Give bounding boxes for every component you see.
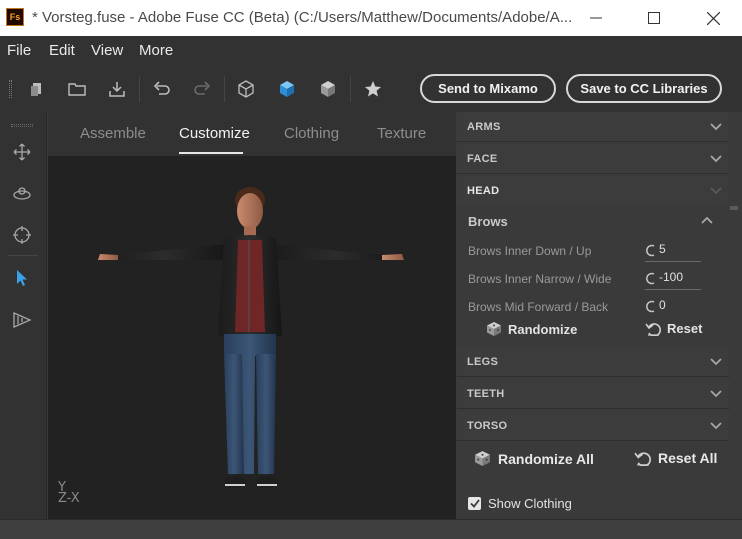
move-icon[interactable] — [11, 141, 33, 163]
chevron-down-icon — [710, 123, 722, 131]
toolbar: Send to Mixamo Save to CC Libraries — [0, 66, 742, 112]
show-clothing-label[interactable]: Show Clothing — [488, 496, 572, 511]
checkmark-icon — [469, 499, 480, 508]
menu-more[interactable]: More — [139, 42, 173, 59]
dice-icon — [487, 322, 501, 336]
maximize-icon — [648, 12, 660, 24]
new-file-icon[interactable] — [26, 78, 48, 100]
send-to-mixamo-button[interactable]: Send to Mixamo — [420, 74, 556, 103]
close-button[interactable] — [690, 0, 736, 36]
axis-gizmo: Y Z-X — [58, 481, 80, 506]
minimize-button[interactable] — [573, 0, 619, 36]
menu-bar: File Edit View More — [0, 36, 742, 66]
mode-tabs: Assemble Customize Clothing Texture — [48, 112, 456, 156]
chevron-down-icon — [710, 187, 722, 195]
section-arms[interactable]: ARMS — [457, 112, 729, 142]
orbit-icon[interactable] — [11, 183, 33, 205]
character-model[interactable] — [48, 156, 456, 519]
menu-view[interactable]: View — [91, 42, 123, 59]
tab-texture[interactable]: Texture — [377, 125, 426, 142]
rail-separator — [8, 255, 38, 256]
solid-cube-icon[interactable] — [317, 78, 339, 100]
section-head[interactable]: HEAD — [457, 176, 729, 206]
status-bar — [0, 519, 742, 539]
customize-panel: ARMS FACE HEAD Brows Brows Inner Down / … — [457, 112, 742, 519]
redo-icon[interactable] — [192, 78, 214, 100]
toolbar-separator — [350, 76, 351, 102]
randomize-button[interactable]: Randomize — [486, 321, 577, 337]
app-logo: Fs — [6, 8, 24, 26]
reset-all-button[interactable]: Reset All — [634, 450, 717, 466]
active-tab-indicator — [179, 152, 243, 154]
maximize-button[interactable] — [631, 0, 677, 36]
chevron-up-icon[interactable] — [701, 215, 713, 225]
open-folder-icon[interactable] — [66, 78, 88, 100]
chevron-down-icon — [710, 155, 722, 163]
section-torso[interactable]: TORSO — [457, 411, 729, 441]
reset-icon — [634, 451, 651, 466]
reset-icon — [645, 322, 661, 336]
reset-value-icon — [646, 272, 655, 285]
rail-grip[interactable] — [11, 124, 33, 127]
pointer-icon[interactable] — [11, 267, 33, 289]
title-bar: Fs * Vorsteg.fuse - Adobe Fuse CC (Beta)… — [0, 0, 742, 36]
brows-inner-down-up-field[interactable]: 5 — [645, 240, 701, 262]
tab-clothing[interactable]: Clothing — [284, 125, 339, 142]
toolbar-separator — [139, 76, 140, 102]
reset-value-icon — [646, 300, 655, 313]
reset-value-icon — [646, 244, 655, 257]
brows-mid-forward-back-field[interactable]: 0 — [645, 296, 701, 318]
section-face[interactable]: FACE — [457, 144, 729, 174]
chevron-down-icon — [710, 358, 722, 366]
chevron-down-icon — [710, 422, 722, 430]
wireframe-cube-icon[interactable] — [235, 78, 257, 100]
dimension-icon[interactable] — [11, 309, 33, 331]
left-tool-rail — [0, 112, 47, 519]
dice-icon — [475, 451, 490, 466]
chevron-down-icon — [710, 390, 722, 398]
star-icon[interactable] — [362, 78, 384, 100]
import-icon[interactable] — [106, 78, 128, 100]
minimize-icon — [590, 17, 602, 19]
toolbar-grip[interactable] — [9, 80, 12, 98]
section-teeth[interactable]: TEETH — [457, 379, 729, 409]
undo-icon[interactable] — [150, 78, 172, 100]
menu-edit[interactable]: Edit — [49, 42, 75, 59]
reset-button[interactable]: Reset — [645, 321, 702, 336]
target-icon[interactable] — [11, 224, 33, 246]
menu-file[interactable]: File — [7, 42, 31, 59]
brows-inner-narrow-wide-field[interactable]: -100 — [645, 268, 701, 290]
save-to-cc-libraries-button[interactable]: Save to CC Libraries — [566, 74, 722, 103]
randomize-all-button[interactable]: Randomize All — [474, 450, 594, 467]
panel-scrollbar[interactable] — [730, 206, 738, 210]
tab-customize[interactable]: Customize — [179, 125, 250, 142]
param-label-brows-mid-forward-back: Brows Mid Forward / Back — [468, 300, 609, 314]
axis-zx-label: Z-X — [58, 491, 80, 506]
section-legs[interactable]: LEGS — [457, 347, 729, 377]
show-clothing-checkbox[interactable] — [468, 497, 481, 510]
toolbar-separator — [224, 76, 225, 102]
brows-subsection-title[interactable]: Brows — [468, 214, 508, 229]
3d-viewport[interactable]: Y Z-X — [48, 156, 456, 519]
param-label-brows-inner-narrow-wide: Brows Inner Narrow / Wide — [468, 272, 612, 286]
tab-assemble[interactable]: Assemble — [80, 125, 146, 142]
shaded-cube-icon[interactable] — [276, 78, 298, 100]
window-title: * Vorsteg.fuse - Adobe Fuse CC (Beta) (C… — [32, 9, 573, 26]
close-icon — [706, 11, 720, 25]
param-label-brows-inner-down-up: Brows Inner Down / Up — [468, 244, 592, 258]
